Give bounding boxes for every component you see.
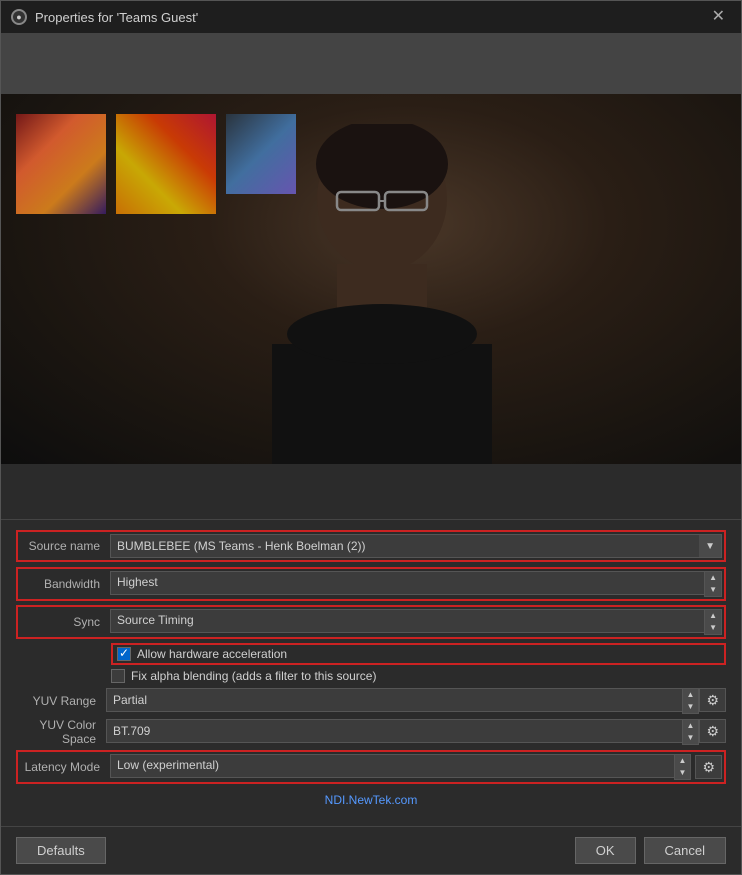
sync-control: Source Timing ▲ ▼ — [110, 609, 722, 635]
source-name-label: Source name — [20, 539, 110, 553]
bandwidth-control: Highest ▲ ▼ — [110, 571, 722, 597]
sync-spinner: ▲ ▼ — [704, 609, 722, 635]
dialog-title: Properties for 'Teams Guest' — [35, 10, 198, 25]
gear-icon-3: ⚙ — [702, 759, 715, 776]
yuv-color-row: YUV Color Space BT.709 ▲ ▼ ⚙ — [16, 718, 726, 746]
yuv-color-up-btn[interactable]: ▲ — [683, 720, 699, 732]
latency-spinner: ▲ ▼ — [674, 754, 692, 780]
bandwidth-up-btn[interactable]: ▲ — [705, 572, 721, 584]
video-preview — [1, 94, 741, 464]
yuv-range-gear-btn[interactable]: ⚙ — [699, 688, 726, 712]
yuv-range-down-btn[interactable]: ▼ — [683, 701, 699, 713]
bandwidth-row: Bandwidth Highest ▲ ▼ — [16, 567, 726, 601]
latency-row: Latency Mode Low (experimental) ▲ ▼ ⚙ — [16, 750, 726, 784]
hw-accel-container: Allow hardware acceleration — [16, 643, 726, 665]
fix-alpha-text: Fix alpha blending (adds a filter to thi… — [131, 669, 376, 683]
yuv-color-wrapper: BT.709 ▲ ▼ ⚙ — [106, 719, 726, 745]
latency-field[interactable]: Low (experimental) — [110, 754, 674, 778]
ndi-link[interactable]: NDI.NewTek.com — [325, 793, 418, 807]
yuv-range-wrapper: Partial ▲ ▼ ⚙ — [106, 688, 726, 714]
title-bar: ● Properties for 'Teams Guest' ✕ — [1, 1, 741, 34]
preview-top-bar — [1, 34, 741, 94]
latency-gear-btn[interactable]: ⚙ — [695, 755, 722, 779]
yuv-color-label: YUV Color Space — [16, 718, 106, 746]
ok-cancel-group: OK Cancel — [575, 837, 726, 864]
bandwidth-field[interactable]: Highest — [110, 571, 704, 595]
button-bar: Defaults OK Cancel — [1, 826, 741, 874]
hw-accel-box: Allow hardware acceleration — [111, 643, 726, 665]
yuv-range-row: YUV Range Partial ▲ ▼ ⚙ — [16, 688, 726, 714]
bandwidth-down-btn[interactable]: ▼ — [705, 584, 721, 596]
close-button[interactable]: ✕ — [706, 7, 731, 27]
yuv-color-gear-btn[interactable]: ⚙ — [699, 719, 726, 743]
yuv-range-label: YUV Range — [16, 694, 106, 708]
hw-accel-text: Allow hardware acceleration — [137, 647, 287, 661]
painting-1 — [16, 114, 106, 214]
fix-alpha-label[interactable]: Fix alpha blending (adds a filter to thi… — [111, 669, 726, 683]
hw-accel-label[interactable]: Allow hardware acceleration — [117, 647, 287, 661]
preview-bottom-bar — [1, 464, 741, 519]
sync-label: Sync — [20, 615, 110, 629]
settings-area: Source name BUMBLEBEE (MS Teams - Henk B… — [1, 519, 741, 826]
source-name-wrapper: BUMBLEBEE (MS Teams - Henk Boelman (2)) … — [110, 534, 722, 558]
app-icon: ● — [11, 9, 27, 25]
cancel-button[interactable]: Cancel — [644, 837, 726, 864]
yuv-range-field[interactable]: Partial — [106, 688, 682, 712]
source-name-field[interactable]: BUMBLEBEE (MS Teams - Henk Boelman (2)) — [110, 534, 699, 558]
latency-down-btn[interactable]: ▼ — [675, 767, 691, 779]
properties-dialog: ● Properties for 'Teams Guest' ✕ — [0, 0, 742, 875]
yuv-color-field[interactable]: BT.709 — [106, 719, 682, 743]
sync-field[interactable]: Source Timing — [110, 609, 704, 633]
yuv-range-up-btn[interactable]: ▲ — [683, 689, 699, 701]
person-silhouette — [227, 124, 547, 464]
sync-row: Sync Source Timing ▲ ▼ — [16, 605, 726, 639]
gear-icon-2: ⚙ — [706, 723, 719, 740]
source-name-dropdown-arrow[interactable]: ▼ — [699, 534, 722, 558]
bandwidth-spinner: ▲ ▼ — [704, 571, 722, 597]
sync-up-btn[interactable]: ▲ — [705, 610, 721, 622]
bandwidth-label: Bandwidth — [20, 577, 110, 591]
ndi-link-row: NDI.NewTek.com — [16, 789, 726, 811]
latency-label: Latency Mode — [20, 760, 110, 774]
hw-accel-checkbox[interactable] — [117, 647, 131, 661]
gear-icon: ⚙ — [706, 692, 719, 709]
yuv-color-down-btn[interactable]: ▼ — [683, 732, 699, 744]
yuv-color-spinner: ▲ ▼ — [682, 719, 700, 745]
fix-alpha-checkbox[interactable] — [111, 669, 125, 683]
latency-up-btn[interactable]: ▲ — [675, 755, 691, 767]
defaults-button[interactable]: Defaults — [16, 837, 106, 864]
ok-button[interactable]: OK — [575, 837, 636, 864]
sync-down-btn[interactable]: ▼ — [705, 622, 721, 634]
fix-alpha-container: Fix alpha blending (adds a filter to thi… — [16, 669, 726, 683]
source-name-row: Source name BUMBLEBEE (MS Teams - Henk B… — [16, 530, 726, 562]
painting-2 — [116, 114, 216, 214]
yuv-range-spinner: ▲ ▼ — [682, 688, 700, 714]
latency-control: Low (experimental) ▲ ▼ — [110, 754, 691, 780]
